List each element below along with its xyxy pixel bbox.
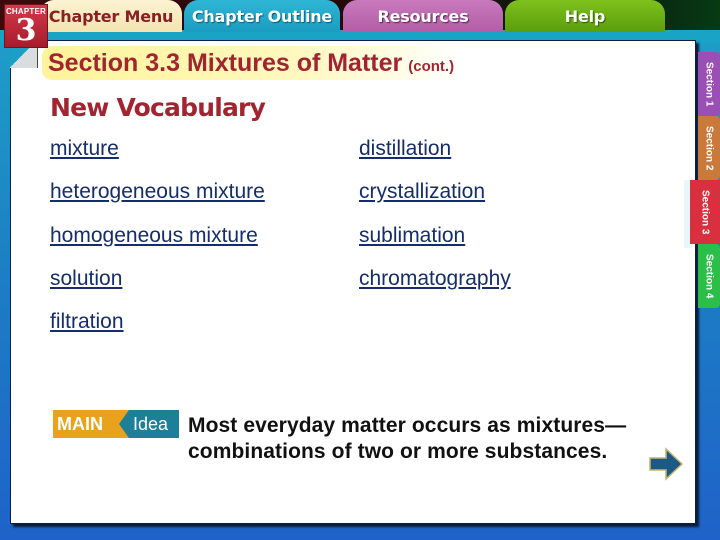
slide-title-text: Section 3.3 Mixtures of Matter (48, 49, 403, 77)
chapter-badge: CHAPTER 3 (4, 4, 48, 48)
vocab-link-homogeneous-mixture[interactable]: homogeneous mixture (50, 224, 258, 248)
tab-chapter-outline[interactable]: Chapter Outline (184, 0, 340, 32)
tab-resources[interactable]: Resources (343, 0, 503, 32)
right-arrow-icon[interactable] (648, 447, 684, 481)
vocab-link-crystallization[interactable]: crystallization (359, 180, 485, 204)
main-idea-text: Most everyday matter occurs as mixtures—… (188, 414, 627, 463)
vocabulary-heading: New Vocabulary (50, 93, 266, 122)
section-tab-1[interactable]: Section 1 (698, 52, 720, 116)
slide-title: Section 3.3 Mixtures of Matter (cont.) (42, 46, 465, 80)
chevron-left-icon (119, 410, 129, 438)
section-tab-3[interactable]: Section 3 (690, 180, 720, 244)
section-tab-2[interactable]: Section 2 (698, 116, 720, 180)
slide-title-suffix: (cont.) (408, 58, 455, 75)
vocab-link-heterogeneous-mixture[interactable]: heterogeneous mixture (50, 180, 265, 204)
tab-help[interactable]: Help (505, 0, 665, 32)
main-idea-badge-idea: Idea (129, 410, 179, 438)
tab-chapter-menu[interactable]: Chapter Menu (40, 0, 182, 32)
section-tab-4[interactable]: Section 4 (698, 244, 720, 308)
vocab-link-sublimation[interactable]: sublimation (359, 224, 465, 248)
chapter-number: 3 (15, 13, 37, 48)
vocab-link-chromatography[interactable]: chromatography (359, 267, 511, 291)
vocab-link-filtration[interactable]: filtration (50, 310, 124, 334)
main-idea-badge: MAIN Idea (53, 410, 179, 438)
main-idea-badge-main: MAIN (53, 410, 119, 438)
vocab-link-distillation[interactable]: distillation (359, 137, 451, 161)
vocab-link-mixture[interactable]: mixture (50, 137, 119, 161)
vocab-link-solution[interactable]: solution (50, 267, 122, 291)
